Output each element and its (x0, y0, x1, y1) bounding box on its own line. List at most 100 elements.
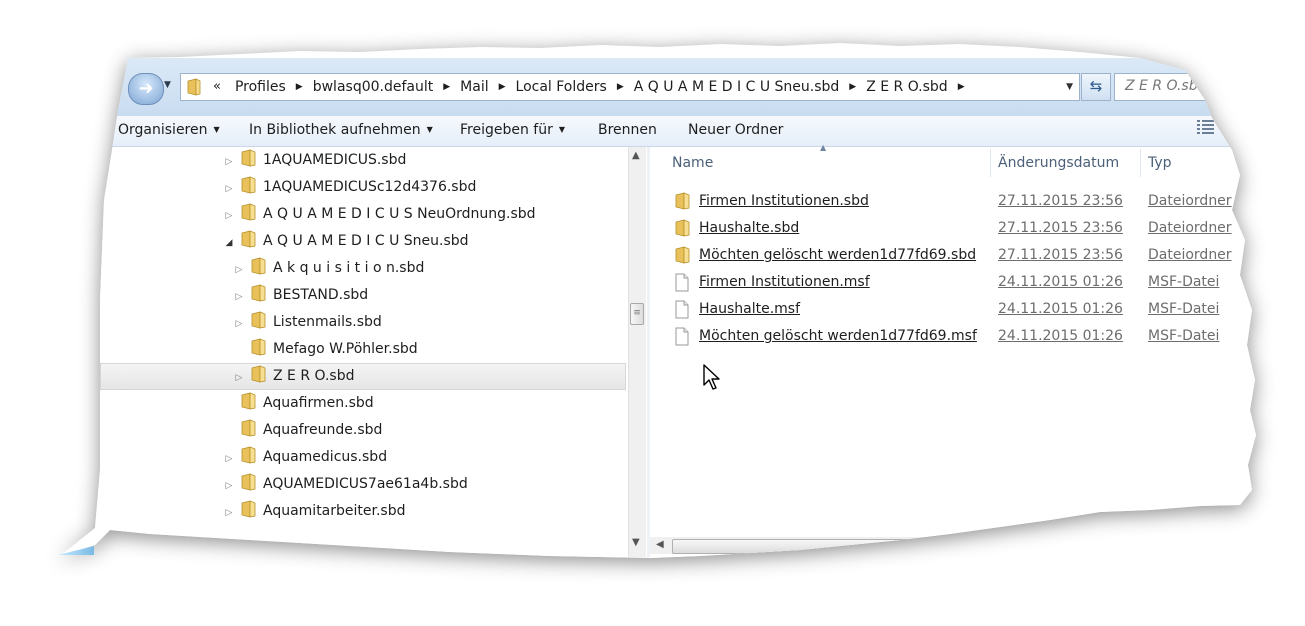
breadcrumb-separator-icon[interactable]: ▶ (495, 74, 510, 100)
collapsed-triangle-icon[interactable]: ▷ (222, 473, 236, 500)
collapsed-triangle-icon[interactable]: ▷ (222, 203, 236, 230)
document-icon (675, 327, 689, 346)
history-dropdown-icon[interactable]: ▼ (164, 80, 171, 90)
column-header-modified[interactable]: Änderungsdatum (998, 149, 1119, 177)
file-type: MSF-Datei (1148, 274, 1220, 290)
tree-item[interactable]: ▷ A Q U A M E D I C U S NeuOrdnung.sbd (222, 201, 536, 228)
tree-item[interactable]: ▷ 1AQUAMEDICUSc12d4376.sbd (222, 174, 476, 201)
expanded-triangle-icon[interactable]: ◢ (222, 230, 236, 257)
tree-item-label: Mefago W.Pöhler.sbd (273, 341, 418, 357)
file-row[interactable]: Möchten gelöscht werden1d77fd69.msf 24.11… (672, 323, 1232, 350)
selected-row-highlight (100, 363, 626, 390)
scrollbar-thumb[interactable]: ≡ (630, 303, 644, 325)
tree-item[interactable]: ▷ BESTAND.sbd (232, 282, 368, 309)
tree-item[interactable]: ▷ 1AQUAMEDICUS.sbd (222, 147, 406, 174)
breadcrumb-item[interactable]: Local Folders (510, 74, 613, 100)
content-horizontal-scrollbar[interactable]: ◀ (650, 537, 1250, 554)
collapsed-triangle-icon[interactable]: ▷ (222, 446, 236, 473)
scroll-up-icon[interactable]: ▲ (632, 150, 640, 161)
file-name: Firmen Institutionen.sbd (699, 193, 869, 209)
sort-ascending-icon: ▲ (820, 143, 827, 152)
breadcrumb-separator-icon[interactable]: ▶ (845, 74, 860, 100)
scrollbar-thumb[interactable] (672, 539, 1234, 554)
breadcrumb-separator-icon[interactable]: ▶ (954, 74, 969, 100)
file-row[interactable]: Firmen Institutionen.sbd 27.11.2015 23:56… (672, 188, 1232, 215)
breadcrumb-item[interactable]: Mail (454, 74, 494, 100)
back-button[interactable]: ➜ (128, 73, 164, 105)
folder-icon (241, 446, 256, 464)
file-row[interactable]: Haushalte.sbd 27.11.2015 23:56 Dateiordner (672, 215, 1232, 242)
search-input[interactable]: Z E R O.sbd (1114, 73, 1236, 101)
chevron-down-icon: ▼ (558, 125, 566, 134)
collapsed-triangle-icon[interactable]: ▷ (232, 257, 246, 284)
column-header-type[interactable]: Typ (1148, 149, 1172, 177)
folder-icon (241, 473, 256, 491)
folder-icon (251, 338, 266, 356)
tree-item-label: A k q u i s i t i o n.sbd (273, 260, 425, 276)
mouse-cursor-icon (703, 364, 720, 390)
tree-item-label: BESTAND.sbd (273, 287, 369, 303)
tree-item-label: Aquamedicus.sbd (263, 449, 388, 465)
collapsed-triangle-icon[interactable]: ▷ (232, 284, 246, 311)
column-separator[interactable] (1140, 149, 1141, 177)
folder-icon (251, 284, 266, 302)
tree-item[interactable]: ▷ Aquamedicus.sbd (222, 444, 387, 471)
tree-item[interactable]: ◢ A Q U A M E D I C U Sneu.sbd (222, 228, 469, 255)
file-row[interactable]: Möchten gelöscht werden1d77fd69.sbd 27.11… (672, 242, 1232, 269)
tree-item-label: Aquafirmen.sbd (263, 395, 374, 411)
breadcrumb-separator-icon[interactable]: ▶ (292, 74, 307, 100)
collapsed-triangle-icon[interactable]: ▷ (232, 365, 246, 392)
breadcrumb-item[interactable]: A Q U A M E D I C U Sneu.sbd (628, 74, 846, 100)
document-icon (675, 273, 689, 292)
collapsed-triangle-icon[interactable]: ▷ (222, 500, 236, 527)
tree-item[interactable]: ▷ A k q u i s i t i o n.sbd (232, 255, 424, 282)
tree-item[interactable]: ▷ AQUAMEDICUS7ae61a4b.sbd (222, 471, 468, 498)
share-button[interactable]: Freigeben für ▼ (460, 119, 565, 141)
collapsed-triangle-icon[interactable]: ▷ (232, 311, 246, 338)
collapsed-triangle-icon[interactable]: ▷ (222, 176, 236, 203)
breadcrumb-item[interactable]: bwlasq00.default (307, 74, 440, 100)
folder-icon (251, 311, 266, 329)
tree-item[interactable]: ▷ Listenmails.sbd (232, 309, 382, 336)
file-row[interactable]: Haushalte.msf 24.11.2015 01:26 MSF-Datei (672, 296, 1232, 323)
tree-item-label: Listenmails.sbd (273, 314, 382, 330)
column-header-name[interactable]: Name (672, 149, 713, 177)
tree-item[interactable]: Mefago W.Pöhler.sbd (232, 336, 418, 363)
collapsed-triangle-icon[interactable]: ▷ (222, 149, 236, 176)
navigation-scrollbar[interactable]: ▲ ≡ ▼ (628, 147, 646, 557)
address-dropdown-icon[interactable]: ▼ (1066, 82, 1073, 92)
document-icon (675, 300, 689, 319)
file-type: Dateiordner (1148, 247, 1232, 263)
folder-icon (241, 203, 256, 221)
new-folder-button[interactable]: Neuer Ordner (688, 119, 783, 141)
tree-item[interactable]: ▷ Aquamitarbeiter.sbd (222, 498, 406, 525)
scroll-down-icon[interactable]: ▼ (632, 537, 640, 548)
breadcrumb-separator-icon[interactable]: ▶ (439, 74, 454, 100)
file-date: 24.11.2015 01:26 (998, 328, 1123, 344)
breadcrumb-separator-icon[interactable]: ▶ (613, 74, 628, 100)
include-library-button[interactable]: In Bibliothek aufnehmen ▼ (249, 119, 433, 141)
file-date: 24.11.2015 01:26 (998, 301, 1123, 317)
tree-item[interactable]: Aquafreunde.sbd (222, 417, 382, 444)
column-separator[interactable] (990, 149, 991, 177)
tree-item-label: Aquamitarbeiter.sbd (263, 503, 406, 519)
scroll-left-icon[interactable]: ◀ (656, 539, 664, 550)
file-date: 27.11.2015 23:56 (998, 193, 1123, 209)
refresh-button[interactable]: ⇆ (1081, 73, 1111, 101)
burn-button[interactable]: Brennen (598, 119, 657, 141)
tree-item[interactable]: Aquafirmen.sbd (222, 390, 374, 417)
breadcrumb-overflow[interactable]: « (211, 74, 229, 100)
organize-button[interactable]: Organisieren ▼ (118, 119, 220, 141)
address-field[interactable]: « Profiles ▶ bwlasq00.default ▶ Mail ▶ L… (180, 73, 1080, 101)
breadcrumb-item[interactable]: Profiles (229, 74, 292, 100)
folder-icon (241, 149, 256, 167)
arrow-left-icon: ➜ (138, 78, 154, 99)
folder-icon (251, 257, 266, 275)
file-type: Dateiordner (1148, 193, 1232, 209)
file-row[interactable]: Firmen Institutionen.msf 24.11.2015 01:26… (672, 269, 1232, 296)
breadcrumb-item[interactable]: Z E R O.sbd (860, 74, 953, 100)
folder-icon (675, 246, 690, 264)
view-options-icon[interactable] (1196, 118, 1216, 136)
folder-icon (241, 230, 256, 248)
tree-item[interactable]: ▷ Z E R O.sbd (232, 363, 354, 390)
